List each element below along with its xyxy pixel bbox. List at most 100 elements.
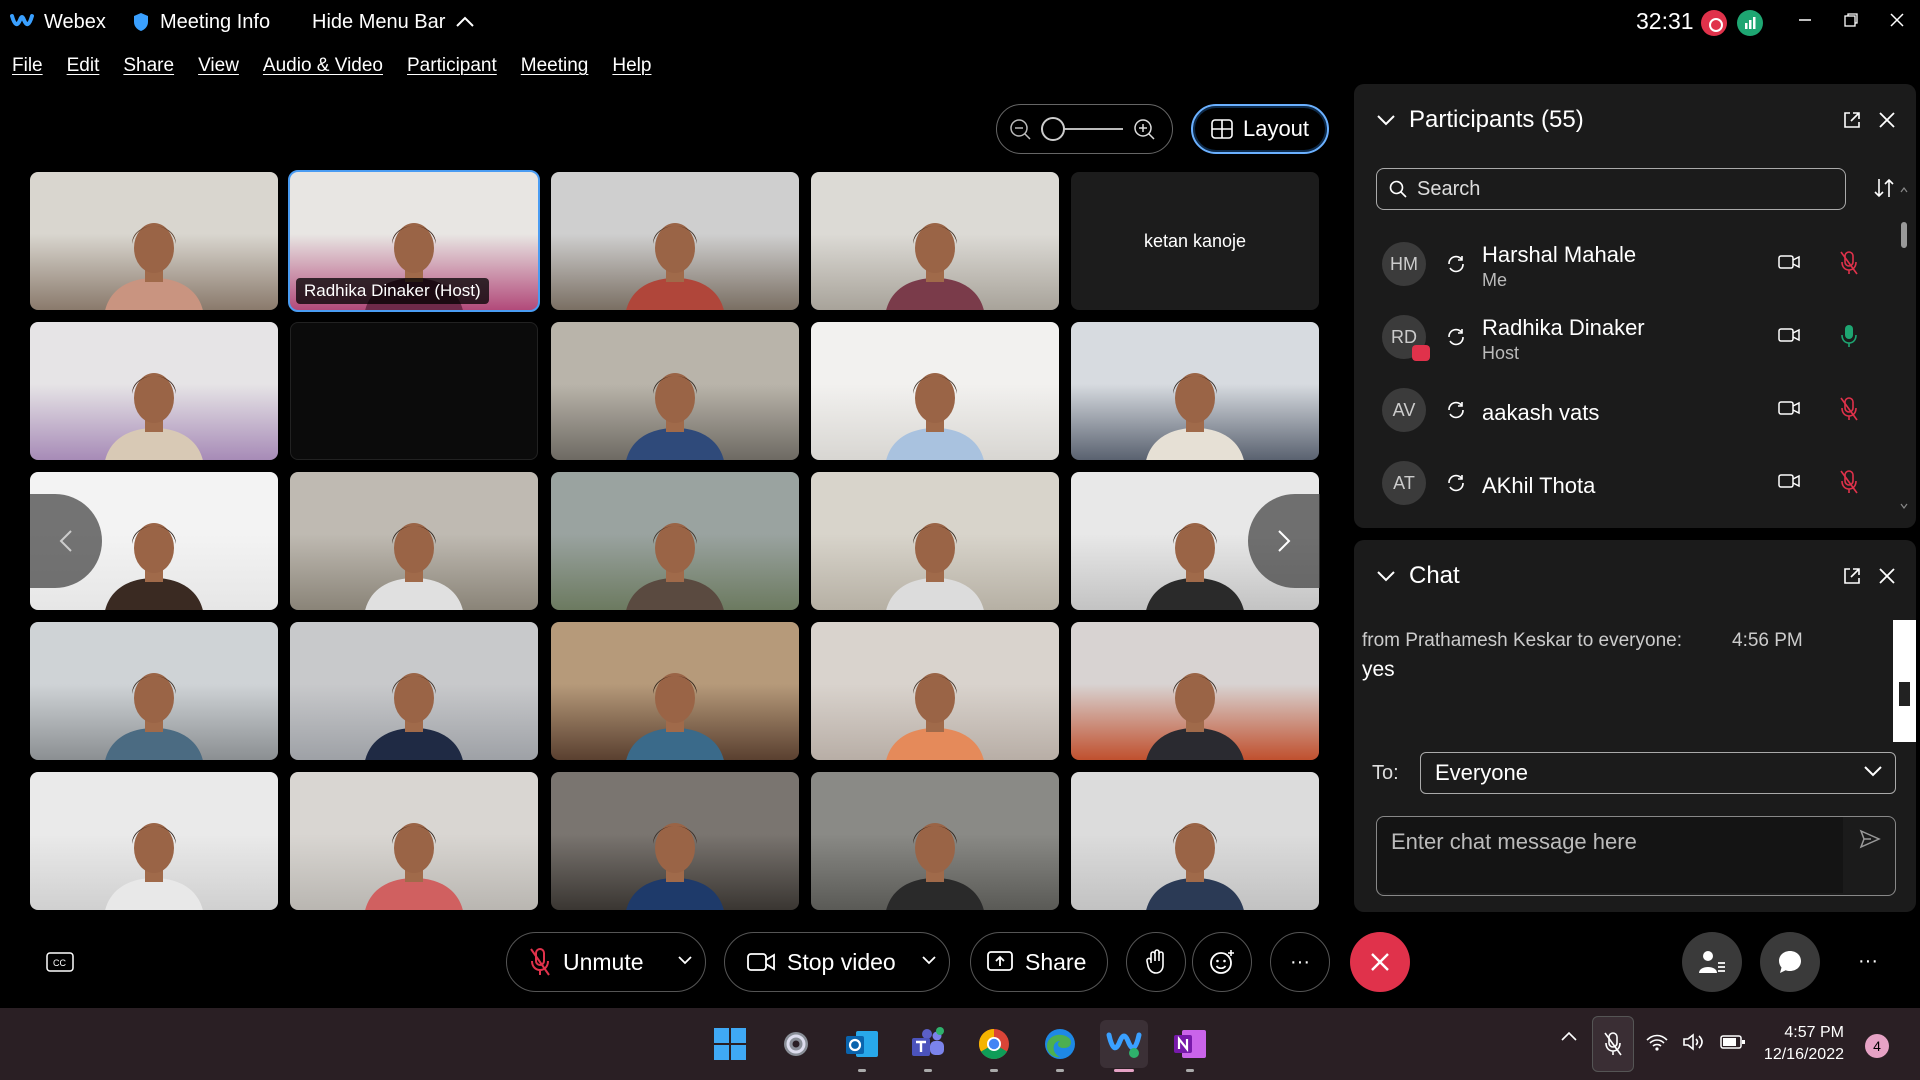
- taskbar-teams[interactable]: [904, 1020, 952, 1072]
- collapse-participants-icon[interactable]: [1376, 114, 1396, 126]
- close-icon[interactable]: [1878, 111, 1896, 129]
- participant-row[interactable]: RD Radhika Dinaker Host: [1354, 301, 1884, 373]
- taskbar-outlook[interactable]: [838, 1020, 886, 1072]
- participant-video-tile[interactable]: [30, 622, 278, 760]
- popout-icon[interactable]: [1842, 566, 1862, 586]
- menu-help[interactable]: Help: [612, 55, 651, 77]
- taskbar-chrome[interactable]: [970, 1020, 1018, 1072]
- audio-options-chevron-icon[interactable]: [677, 955, 693, 965]
- menu-audio-video[interactable]: Audio & Video: [263, 55, 383, 77]
- mic-muted-icon[interactable]: [1840, 396, 1858, 422]
- chat-scrollbar[interactable]: [1893, 620, 1916, 742]
- zoom-slider-handle[interactable]: [1041, 117, 1065, 141]
- send-icon[interactable]: [1859, 829, 1881, 849]
- share-button[interactable]: Share: [970, 932, 1108, 992]
- video-options-chevron-icon[interactable]: [921, 955, 937, 965]
- sort-icon[interactable]: [1872, 176, 1896, 200]
- menu-edit[interactable]: Edit: [67, 55, 100, 77]
- close-icon[interactable]: [1878, 567, 1896, 585]
- chat-message-input[interactable]: Enter chat message here: [1376, 816, 1896, 896]
- chat-recipient-select[interactable]: Everyone: [1420, 752, 1896, 794]
- tray-microphone-muted[interactable]: [1592, 1016, 1634, 1072]
- participant-video-tile[interactable]: [290, 472, 538, 610]
- raise-hand-button[interactable]: [1126, 932, 1186, 992]
- stop-video-button[interactable]: Stop video: [724, 932, 950, 992]
- chat-toggle-button[interactable]: [1760, 932, 1820, 992]
- camera-icon[interactable]: [1778, 327, 1800, 343]
- mic-active-icon[interactable]: [1840, 323, 1858, 349]
- show-hidden-icons-chevron-icon[interactable]: [1560, 1030, 1578, 1042]
- participant-search-input[interactable]: Search: [1376, 168, 1846, 210]
- menu-participant[interactable]: Participant: [407, 55, 497, 77]
- participant-video-tile[interactable]: [30, 322, 278, 460]
- running-indicator: [1114, 1069, 1134, 1072]
- participant-video-tile[interactable]: [30, 172, 278, 310]
- zoom-out-icon[interactable]: [1009, 118, 1031, 140]
- participant-video-tile[interactable]: Radhika Dinaker (Host): [288, 170, 540, 312]
- wifi-icon[interactable]: [1646, 1034, 1668, 1052]
- participant-video-tile[interactable]: [290, 622, 538, 760]
- layout-button[interactable]: Layout: [1191, 104, 1329, 154]
- zoom-slider[interactable]: [1041, 117, 1123, 141]
- scrollbar-thumb[interactable]: [1901, 222, 1907, 248]
- taskbar-clock[interactable]: 4:57 PM 12/16/2022: [1760, 1022, 1844, 1066]
- panel-more-options-icon[interactable]: ···: [1858, 950, 1878, 973]
- taskbar-edge[interactable]: [1036, 1020, 1084, 1072]
- participant-video-tile[interactable]: [30, 772, 278, 910]
- mic-muted-icon[interactable]: [1840, 469, 1858, 495]
- participant-video-tile[interactable]: [551, 622, 799, 760]
- menu-view[interactable]: View: [198, 55, 239, 77]
- leave-meeting-button[interactable]: [1350, 932, 1410, 992]
- participants-scrollbar[interactable]: [1900, 184, 1908, 514]
- volume-icon[interactable]: [1682, 1032, 1706, 1052]
- battery-icon[interactable]: [1720, 1034, 1746, 1050]
- participant-video-tile[interactable]: [290, 772, 538, 910]
- participant-video-tile[interactable]: [551, 322, 799, 460]
- scrollbar-thumb[interactable]: [1899, 682, 1910, 706]
- participant-row[interactable]: AV aakash vats: [1354, 374, 1884, 446]
- participant-row[interactable]: HM Harshal Mahale Me: [1354, 228, 1884, 300]
- camera-icon[interactable]: [1778, 473, 1800, 489]
- taskbar-webex[interactable]: [1100, 1020, 1148, 1072]
- participant-video-tile[interactable]: [551, 772, 799, 910]
- taskbar-onenote[interactable]: [1166, 1020, 1214, 1072]
- notification-badge[interactable]: 4: [1865, 1034, 1889, 1058]
- participant-video-tile-no-video[interactable]: ketan kanoje: [1071, 172, 1319, 310]
- camera-icon[interactable]: [1778, 400, 1800, 416]
- camera-icon[interactable]: [1778, 254, 1800, 270]
- participant-video-tile[interactable]: [811, 622, 1059, 760]
- meeting-info-button[interactable]: Meeting Info: [132, 0, 270, 44]
- mic-muted-icon[interactable]: [1840, 250, 1858, 276]
- restore-button[interactable]: [1828, 0, 1874, 40]
- participant-video-tile[interactable]: [1071, 322, 1319, 460]
- close-window-button[interactable]: [1874, 0, 1920, 40]
- more-options-button[interactable]: ···: [1270, 932, 1330, 992]
- taskbar-settings[interactable]: [772, 1020, 820, 1068]
- participant-video-tile[interactable]: [811, 322, 1059, 460]
- zoom-in-icon[interactable]: [1133, 118, 1155, 140]
- start-button[interactable]: [706, 1020, 754, 1068]
- participant-video-tile[interactable]: [1071, 622, 1319, 760]
- participant-video-tile-empty[interactable]: [290, 322, 538, 460]
- closed-captions-icon[interactable]: CC: [46, 952, 74, 974]
- unmute-button[interactable]: Unmute: [506, 932, 706, 992]
- popout-icon[interactable]: [1842, 110, 1862, 130]
- menu-meeting[interactable]: Meeting: [521, 55, 589, 77]
- recording-icon[interactable]: [1701, 10, 1727, 36]
- minimize-button[interactable]: [1782, 0, 1828, 40]
- share-screen-icon: [987, 951, 1013, 973]
- hide-menu-bar-button[interactable]: Hide Menu Bar: [312, 0, 475, 44]
- participants-toggle-button[interactable]: [1682, 932, 1742, 992]
- menu-file[interactable]: File: [12, 55, 43, 77]
- menu-share[interactable]: Share: [123, 55, 174, 77]
- network-stats-icon[interactable]: [1737, 10, 1763, 36]
- participant-row[interactable]: AT AKhil Thota: [1354, 447, 1884, 519]
- participant-video-tile[interactable]: [811, 472, 1059, 610]
- participant-video-tile[interactable]: [1071, 772, 1319, 910]
- collapse-chat-icon[interactable]: [1376, 570, 1396, 582]
- reactions-button[interactable]: [1192, 932, 1252, 992]
- participant-video-tile[interactable]: [551, 472, 799, 610]
- participant-video-tile[interactable]: [551, 172, 799, 310]
- participant-video-tile[interactable]: [811, 172, 1059, 310]
- participant-video-tile[interactable]: [811, 772, 1059, 910]
